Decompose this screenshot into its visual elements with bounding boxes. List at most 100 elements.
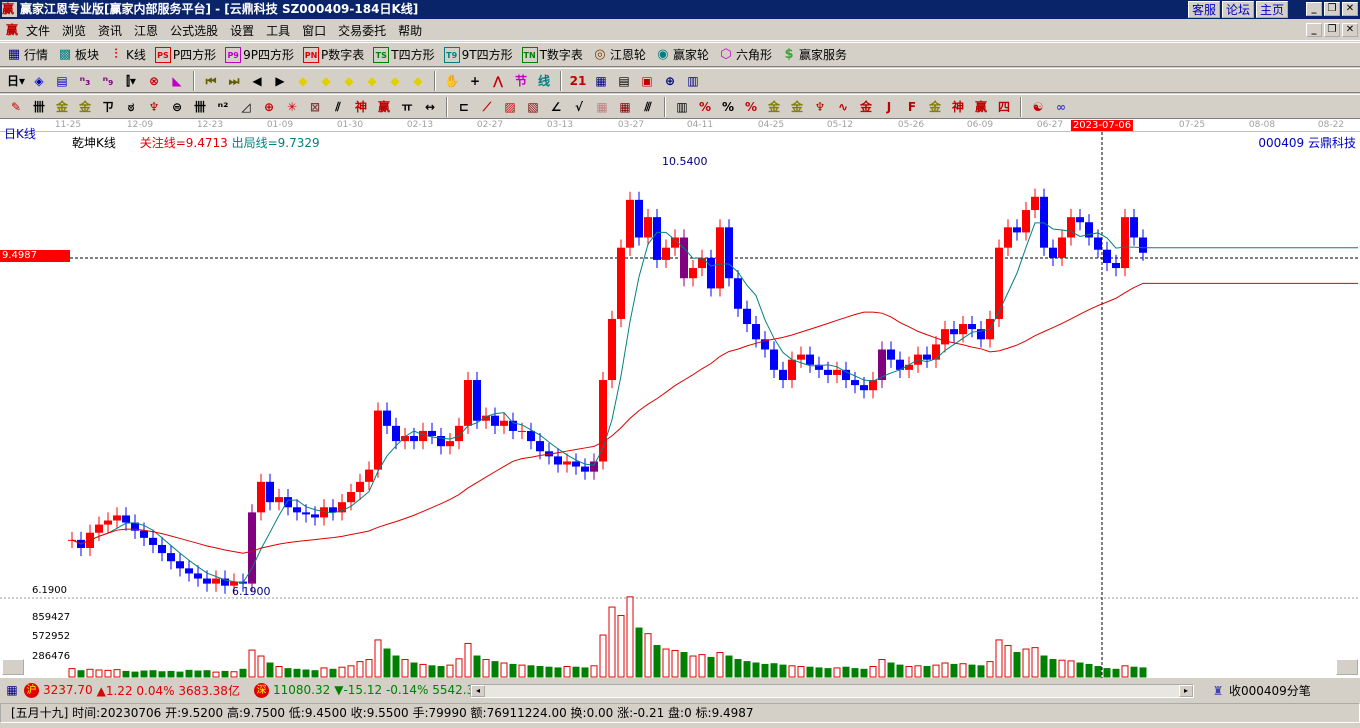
toolbar-button[interactable]: ⬡ 六角形 xyxy=(718,46,772,63)
indicator-9-icon[interactable]: ⁿ₉ xyxy=(98,73,118,89)
pct-2-icon[interactable]: % xyxy=(718,99,738,115)
calendar-icon[interactable]: 21 xyxy=(568,73,588,89)
square-x-icon[interactable]: ⊠ xyxy=(305,99,325,115)
toolbar-button[interactable]: ◉ 赢家轮 xyxy=(655,46,709,63)
gold-3-icon[interactable]: 金 xyxy=(787,99,807,115)
save-icon[interactable]: ▣ xyxy=(637,73,657,89)
first-icon[interactable]: ⏮ xyxy=(201,73,221,89)
box-fan-icon[interactable]: ▨ xyxy=(500,99,520,115)
network-icon[interactable]: ⊕ xyxy=(660,73,680,89)
menu-item[interactable]: 文件 xyxy=(20,22,56,39)
f-angle-icon[interactable]: F xyxy=(902,99,922,115)
ticker-scrollbar[interactable]: ◂ ▸ xyxy=(470,684,1194,698)
quote-table-icon[interactable]: ▦ xyxy=(4,682,20,698)
rocket-2-icon[interactable]: ♆ xyxy=(810,99,830,115)
spiral-icon[interactable]: ಠ xyxy=(121,99,141,115)
toolbar-button[interactable]: ⫶ K线 xyxy=(108,46,146,63)
angle-icon[interactable]: ∠ xyxy=(546,99,566,115)
toolbar-button[interactable]: TN T数字表 xyxy=(521,46,583,63)
gold-4-icon[interactable]: 金 xyxy=(856,99,876,115)
grid-2-icon[interactable]: ▦ xyxy=(615,99,635,115)
shen-angle-icon[interactable]: 神 xyxy=(948,99,968,115)
period-day-icon[interactable]: 日▾ xyxy=(6,73,26,89)
gold-2-icon[interactable]: 金 xyxy=(75,99,95,115)
wave-icon[interactable]: ∿ xyxy=(833,99,853,115)
triangle-icon[interactable]: ◿ xyxy=(236,99,256,115)
calculator-icon[interactable]: ▦ xyxy=(591,73,611,89)
zoom-in-button[interactable] xyxy=(1336,659,1358,675)
gold-1-icon[interactable]: 金 xyxy=(52,99,72,115)
diamond-cross-icon[interactable]: ◆ xyxy=(408,73,428,89)
last-icon[interactable]: ⏭ xyxy=(224,73,244,89)
forum-link[interactable]: 论坛 xyxy=(1221,1,1254,18)
ying-angle-icon[interactable]: 赢 xyxy=(971,99,991,115)
menu-item[interactable]: 江恩 xyxy=(128,22,164,39)
child-close-button[interactable]: ✕ xyxy=(1342,23,1358,37)
menu-item[interactable]: 公式选股 xyxy=(164,22,224,39)
toolbar-button[interactable]: ◎ 江恩轮 xyxy=(592,46,646,63)
candlestick-chart[interactable] xyxy=(0,132,1360,678)
grid-icon[interactable]: ▦ xyxy=(592,99,612,115)
yinyang-icon[interactable]: ☯ xyxy=(1028,99,1048,115)
restore-button[interactable]: ❐ xyxy=(1324,2,1340,16)
toolbar-button[interactable]: TS T四方形 xyxy=(373,46,435,63)
zoom-out-button[interactable] xyxy=(2,659,24,675)
bars-icon[interactable]: 卌 xyxy=(190,99,210,115)
grid-lines-icon[interactable]: 卌 xyxy=(29,99,49,115)
diamond-x-icon[interactable]: ◆ xyxy=(362,73,382,89)
menu-item[interactable]: 交易委托 xyxy=(332,22,392,39)
candle-type-icon[interactable]: ⫿▾ xyxy=(121,73,141,89)
flag-icon[interactable]: ◣ xyxy=(167,73,187,89)
chart-style-icon[interactable]: ◈ xyxy=(29,73,49,89)
fan-icon[interactable]: ⟋ xyxy=(477,99,497,115)
f-lines-icon[interactable]: ㄗ xyxy=(98,99,118,115)
kline-chart-panel[interactable]: 11-25 12-09 12-23 01-09 01-30 02-13 02-27 03-13… xyxy=(0,119,1360,678)
comb-icon[interactable]: ㅠ xyxy=(397,99,417,115)
diamond-left-icon[interactable]: ◆ xyxy=(293,73,313,89)
menu-item[interactable]: 工具 xyxy=(260,22,296,39)
toolbar-button[interactable]: PS P四方形 xyxy=(154,46,216,63)
print-icon[interactable]: ▥ xyxy=(683,73,703,89)
close-button[interactable]: ✕ xyxy=(1342,2,1358,16)
box-line-icon[interactable]: ⊏ xyxy=(454,99,474,115)
measure-icon[interactable]: ↔ xyxy=(420,99,440,115)
pct-3-icon[interactable]: % xyxy=(741,99,761,115)
toolbar-button[interactable]: PN P数字表 xyxy=(303,46,364,63)
circle-h-icon[interactable]: ⊜ xyxy=(167,99,187,115)
menu-item[interactable]: 帮助 xyxy=(392,22,428,39)
section-icon[interactable]: 节 xyxy=(511,73,531,89)
menu-item[interactable]: 资讯 xyxy=(92,22,128,39)
notes-icon[interactable]: ▤ xyxy=(52,73,72,89)
ying-icon[interactable]: 赢 xyxy=(374,99,394,115)
customer-service-link[interactable]: 客服 xyxy=(1187,1,1220,18)
gold-angle-icon[interactable]: 金 xyxy=(925,99,945,115)
shen-icon[interactable]: 神 xyxy=(351,99,371,115)
menu-item[interactable]: 设置 xyxy=(224,22,260,39)
slash-icon[interactable]: ⫽ xyxy=(328,99,348,115)
restore-icon[interactable]: ⊗ xyxy=(144,73,164,89)
box-fan-2-icon[interactable]: ▧ xyxy=(523,99,543,115)
crosshair-icon[interactable]: + xyxy=(465,73,485,89)
target-icon[interactable]: ⊕ xyxy=(259,99,279,115)
parallel-icon[interactable]: ⫻ xyxy=(638,99,658,115)
scroll-left-button[interactable]: ◂ xyxy=(471,685,485,697)
zigzag-icon[interactable]: ⋀ xyxy=(488,73,508,89)
child-minimize-button[interactable]: _ xyxy=(1306,23,1322,37)
toolbar-button[interactable]: ▩ 板块 xyxy=(57,46,99,63)
asterisk-icon[interactable]: ✳ xyxy=(282,99,302,115)
diamond-h-icon[interactable]: ◆ xyxy=(339,73,359,89)
toolbar-button[interactable]: P9 9P四方形 xyxy=(225,46,294,63)
n2-icon[interactable]: ⁿ² xyxy=(213,99,233,115)
diamond-star-icon[interactable]: ◆ xyxy=(385,73,405,89)
pct-1-icon[interactable]: % xyxy=(695,99,715,115)
homepage-link[interactable]: 主页 xyxy=(1255,1,1288,18)
toolbar-button[interactable]: T9 9T四方形 xyxy=(443,46,513,63)
indicator-3-icon[interactable]: ⁿ₃ xyxy=(75,73,95,89)
j-angle-icon[interactable]: J xyxy=(879,99,899,115)
scroll-right-button[interactable]: ▸ xyxy=(1179,685,1193,697)
infinity-icon[interactable]: ∞ xyxy=(1051,99,1071,115)
hand-icon[interactable]: ✋ xyxy=(442,73,462,89)
diamond-right-icon[interactable]: ◆ xyxy=(316,73,336,89)
gold-circle-icon[interactable]: 金 xyxy=(764,99,784,115)
bars-2-icon[interactable]: ▥ xyxy=(672,99,692,115)
